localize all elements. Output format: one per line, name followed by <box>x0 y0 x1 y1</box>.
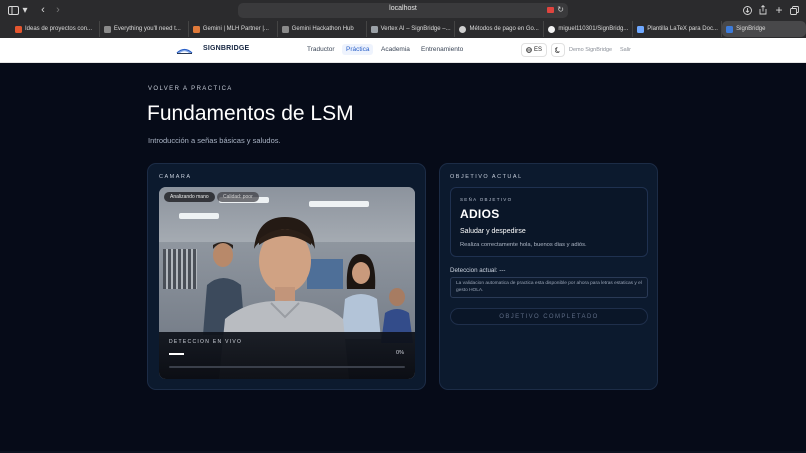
camera-scene-qr-poster <box>163 249 197 289</box>
tab-overview-icon[interactable] <box>789 3 799 17</box>
main-content: VOLVER A PRACTICA Fundamentos de LSM Int… <box>0 64 806 453</box>
live-detection-label: DETECCION EN VIVO <box>169 339 243 345</box>
browser-chrome: ▾ ‹ › localhost ↻ + Ideas de proyectos c… <box>0 0 806 38</box>
download-icon[interactable] <box>742 3 752 17</box>
tab-label: SignBridge <box>736 26 766 32</box>
tab-favicon-icon <box>15 25 22 33</box>
tab-favicon-icon <box>281 25 289 33</box>
tab-favicon-icon <box>192 25 200 33</box>
page-title: Fundamentos de LSM <box>147 102 354 125</box>
tab-label: Gemini | MLH Partner |... <box>202 26 269 32</box>
camera-card-label: CAMARA <box>159 174 192 180</box>
browser-toolbar: ▾ ‹ › localhost ↻ + <box>0 0 806 20</box>
camera-feed: Analizando mano Calidad: poor DETECCION … <box>159 187 415 379</box>
camera-scene-light <box>309 201 369 207</box>
confidence-progress-bar <box>169 366 405 368</box>
tab-vertex-ai[interactable]: Vertex AI – SignBridge –... <box>367 21 456 37</box>
tab-label: miguel110301/SignBridg... <box>558 26 629 32</box>
tab-label: Gemini Hackathon Hub <box>291 26 354 32</box>
current-detection-value: --- <box>499 267 506 274</box>
camera-card: CAMARA Analizando mano Calidad: poor DET… <box>147 163 426 390</box>
site-navbar: SIGNBRIDGE Traductor Práctica Academia E… <box>0 38 806 63</box>
target-sign-label: SEÑA OBJETIVO <box>460 197 513 202</box>
nav-traductor[interactable]: Traductor <box>307 46 335 53</box>
language-selector[interactable]: ES <box>521 43 547 57</box>
target-sign-description: Realiza correctamente hola, buenos dias … <box>460 242 587 248</box>
target-sign-panel: SEÑA OBJETIVO ADIOS Saludar y despedirse… <box>450 187 648 257</box>
analyzing-badge: Analizando mano <box>164 192 215 202</box>
live-detection-value: --- <box>169 353 184 355</box>
tab-ideas-de-proyectos[interactable]: Ideas de proyectos con... <box>11 21 100 37</box>
language-label: ES <box>533 47 542 53</box>
tab-favicon-icon <box>637 25 645 33</box>
forward-arrow-icon[interactable]: › <box>53 3 63 17</box>
globe-icon <box>526 47 532 53</box>
nav-practica[interactable]: Práctica <box>342 44 374 55</box>
tab-favicon-icon <box>459 25 467 33</box>
tab-label: Plantilla LaTeX para Doc... <box>647 26 718 32</box>
target-sign-word: ADIOS <box>460 207 500 221</box>
new-tab-icon[interactable]: + <box>774 3 784 17</box>
sidebar-toggle-icon[interactable] <box>7 3 19 17</box>
tab-label: Vertex AI – SignBridge –... <box>380 26 451 32</box>
quality-badge: Calidad: poor <box>217 192 259 202</box>
current-detection-label: Deteccion actual: <box>450 267 498 274</box>
logout-link[interactable]: Salir <box>620 47 631 53</box>
tab-github-signbridge[interactable]: miguel110301/SignBridg... <box>544 21 634 37</box>
camera-recording-icon[interactable] <box>547 7 554 13</box>
objective-card-label: OBJETIVO ACTUAL <box>450 174 523 180</box>
tab-favicon-icon <box>726 25 734 33</box>
back-link[interactable]: VOLVER A PRACTICA <box>148 86 233 92</box>
current-detection: Deteccion actual: --- <box>450 267 505 274</box>
tab-label: Ideas de proyectos con... <box>25 26 93 32</box>
user-name: Demo SignBridge <box>569 47 613 53</box>
share-icon[interactable] <box>758 3 768 17</box>
nav-academia[interactable]: Academia <box>381 46 410 53</box>
back-arrow-icon[interactable]: ‹ <box>38 3 48 17</box>
objective-complete-button[interactable]: OBJETIVO COMPLETADO <box>450 308 648 325</box>
github-icon <box>548 25 556 33</box>
tab-favicon-icon <box>370 25 378 33</box>
url-text[interactable]: localhost <box>238 5 568 12</box>
page-subtitle: Introducción a señas básicas y saludos. <box>148 136 281 145</box>
tab-label: Everything you'll need t... <box>113 26 181 32</box>
tab-plantilla-latex[interactable]: Plantilla LaTeX para Doc... <box>633 21 723 37</box>
live-detection-panel: DETECCION EN VIVO --- 0% <box>159 332 415 379</box>
brand-name[interactable]: SIGNBRIDGE <box>203 45 249 52</box>
detection-confidence: 0% <box>396 350 404 356</box>
signbridge-logo-icon[interactable] <box>176 45 193 55</box>
tab-gemini-hackathon-hub[interactable]: Gemini Hackathon Hub <box>278 21 367 37</box>
camera-scene-light <box>179 213 219 219</box>
target-sign-title: Saludar y despedirse <box>460 228 526 235</box>
tab-signbridge[interactable]: SignBridge <box>722 21 806 37</box>
nav-entrenamiento[interactable]: Entrenamiento <box>421 46 463 53</box>
objective-card: OBJETIVO ACTUAL SEÑA OBJETIVO ADIOS Salu… <box>439 163 658 390</box>
tab-label: Métodos de pago en Go... <box>469 26 539 32</box>
theme-toggle-button[interactable] <box>551 43 565 57</box>
reload-icon[interactable]: ↻ <box>557 5 564 14</box>
validation-note: La validacion automatica de practica est… <box>450 277 648 298</box>
tab-favicon-icon <box>103 25 111 33</box>
tab-gemini-mlh-partner[interactable]: Gemini | MLH Partner |... <box>189 21 278 37</box>
address-bar[interactable]: localhost ↻ <box>238 3 568 18</box>
tab-everything-youll-need[interactable]: Everything you'll need t... <box>100 21 189 37</box>
tab-metodos-de-pago[interactable]: Métodos de pago en Go... <box>455 21 545 37</box>
tab-bar: Ideas de proyectos con... Everything you… <box>0 20 806 38</box>
moon-icon <box>555 47 560 53</box>
chevron-down-icon[interactable]: ▾ <box>21 3 29 17</box>
